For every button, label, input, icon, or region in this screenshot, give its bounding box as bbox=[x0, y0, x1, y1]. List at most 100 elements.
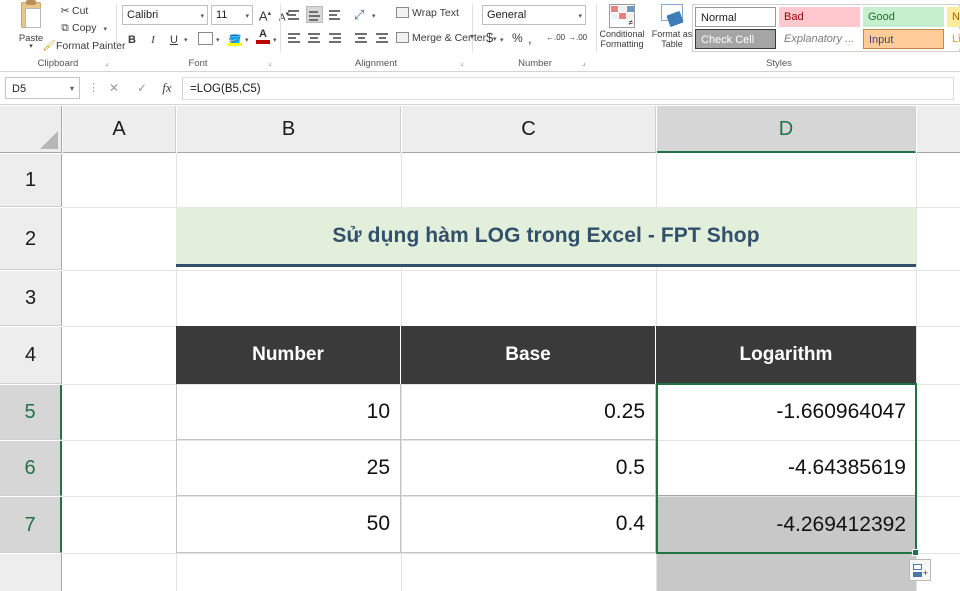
align-top-button[interactable] bbox=[286, 6, 303, 23]
row-header-4[interactable]: 4 bbox=[0, 327, 62, 384]
cell-C7[interactable]: 0.4 bbox=[401, 496, 656, 553]
cell-D6[interactable]: -4.64385619 bbox=[656, 440, 916, 496]
decrease-indent-button[interactable] bbox=[353, 30, 370, 47]
cell-B5[interactable]: 10 bbox=[176, 384, 401, 440]
column-label-A: A bbox=[112, 118, 125, 140]
cell-style-linke[interactable]: Linke bbox=[947, 29, 960, 49]
enter-formula-button[interactable]: ✓ bbox=[130, 78, 154, 98]
fill-color-icon[interactable]: 🪣 bbox=[228, 31, 242, 42]
chevron-down-icon[interactable]: ▾ bbox=[245, 9, 249, 24]
cell-style-bad[interactable]: Bad bbox=[779, 7, 860, 27]
chevron-down-icon[interactable]: ▾ bbox=[70, 78, 74, 100]
wrap-text-button[interactable]: Wrap Text bbox=[396, 7, 459, 19]
accounting-format-button[interactable]: $ bbox=[486, 30, 493, 45]
select-all-triangle-icon bbox=[40, 131, 58, 149]
percent-style-button[interactable]: % bbox=[512, 31, 523, 45]
number-prev-caret-icon[interactable]: ▾ bbox=[470, 32, 474, 41]
table-header-logarithm[interactable]: Logarithm bbox=[656, 326, 916, 384]
cell-C6[interactable]: 0.5 bbox=[401, 440, 656, 496]
clipboard-dialog-launcher[interactable]: ⌟ bbox=[105, 58, 109, 67]
borders-icon[interactable] bbox=[198, 32, 213, 45]
number-dialog-launcher[interactable]: ⌟ bbox=[582, 58, 586, 67]
underline-caret-icon[interactable]: ▾ bbox=[184, 36, 188, 44]
conditional-formatting-button[interactable]: ≠ Conditional Formatting bbox=[598, 2, 646, 49]
cell-canvas[interactable]: Sử dụng hàm LOG trong Excel - FPT Shop N… bbox=[63, 154, 960, 591]
cell-value-D6: -4.64385619 bbox=[788, 456, 906, 480]
cell-style-normal[interactable]: Normal bbox=[695, 7, 776, 27]
cell-style-check-cell[interactable]: Check Cell bbox=[695, 29, 776, 49]
table-header-number[interactable]: Number bbox=[176, 326, 401, 384]
row-label-1: 1 bbox=[25, 169, 36, 191]
italic-button[interactable]: I bbox=[145, 31, 161, 49]
font-family-select[interactable]: Calibri▾ bbox=[122, 5, 208, 25]
formula-input[interactable]: =LOG(B5,C5) bbox=[182, 77, 954, 100]
column-header-D[interactable]: D bbox=[657, 106, 916, 153]
font-color-icon[interactable]: A bbox=[256, 29, 270, 44]
increase-decimal-button[interactable]: ←.00 bbox=[546, 33, 565, 42]
decrease-decimal-button[interactable]: →.00 bbox=[568, 33, 587, 42]
fill-handle[interactable] bbox=[912, 549, 919, 556]
accounting-caret-icon[interactable]: ▾ bbox=[500, 36, 504, 44]
copy-icon: ⧉ bbox=[58, 22, 72, 35]
chevron-down-icon[interactable]: ▾ bbox=[200, 9, 204, 24]
cell-style-good[interactable]: Good bbox=[863, 7, 944, 27]
quick-analysis-button[interactable]: + bbox=[909, 559, 931, 581]
cell-D7[interactable]: -4.269412392 bbox=[656, 496, 916, 553]
orientation-icon[interactable]: ⤢ bbox=[354, 7, 364, 23]
column-header-E[interactable] bbox=[917, 106, 960, 153]
cell-styles-gallery[interactable]: NormalBadGood Neut Check CellExplanatory .… bbox=[692, 4, 960, 52]
cut-label: Cut bbox=[72, 5, 88, 17]
format-painter-button[interactable]: 🖌Format Painter bbox=[42, 39, 125, 52]
comma-style-button[interactable]: , bbox=[528, 31, 532, 46]
column-header-C[interactable]: C bbox=[402, 106, 656, 153]
cell-style-input[interactable]: Input bbox=[863, 29, 944, 49]
cell-B7[interactable]: 50 bbox=[176, 496, 401, 553]
format-as-table-button[interactable]: Format as Table bbox=[648, 2, 696, 49]
row-header-5[interactable]: 5 bbox=[0, 385, 62, 440]
name-box[interactable]: D5 ▾ bbox=[5, 77, 80, 99]
select-all-corner[interactable] bbox=[0, 106, 62, 153]
orientation-caret-icon[interactable]: ▾ bbox=[372, 12, 376, 20]
cell-style-label: Neut bbox=[952, 11, 960, 23]
row-header-7[interactable]: 7 bbox=[0, 497, 62, 553]
number-format-select[interactable]: General▾ bbox=[482, 5, 586, 25]
row-header-2[interactable]: 2 bbox=[0, 208, 62, 270]
align-center-button[interactable] bbox=[306, 30, 323, 47]
chevron-down-icon[interactable]: ▾ bbox=[578, 9, 582, 24]
cell-style-neut[interactable]: Neut bbox=[947, 7, 960, 27]
fill-color-caret-icon[interactable]: ▾ bbox=[245, 36, 249, 44]
column-header-B[interactable]: B bbox=[177, 106, 401, 153]
table-header-base[interactable]: Base bbox=[401, 326, 656, 384]
align-left-button[interactable] bbox=[286, 30, 303, 47]
insert-function-button[interactable]: fx bbox=[155, 78, 179, 98]
cancel-formula-button[interactable]: ✕ bbox=[102, 78, 126, 98]
increase-indent-button[interactable] bbox=[374, 30, 391, 47]
align-middle-button[interactable] bbox=[306, 6, 323, 23]
align-right-button[interactable] bbox=[327, 30, 344, 47]
row-header-3[interactable]: 3 bbox=[0, 271, 62, 326]
cell-C5[interactable]: 0.25 bbox=[401, 384, 656, 440]
row-label-3: 3 bbox=[25, 287, 36, 309]
cut-button[interactable]: ✂Cut bbox=[58, 5, 88, 17]
underline-button[interactable]: U bbox=[166, 31, 182, 49]
row-header-8[interactable] bbox=[0, 554, 62, 591]
fx-icon: fx bbox=[162, 80, 171, 95]
borders-caret-icon[interactable]: ▾ bbox=[216, 36, 220, 44]
copy-button[interactable]: ⧉Copy ▾ bbox=[58, 22, 107, 35]
alignment-dialog-launcher[interactable]: ⌟ bbox=[460, 58, 464, 67]
font-dialog-launcher[interactable]: ⌟ bbox=[268, 58, 272, 67]
font-size-select[interactable]: 11 ▾ bbox=[211, 5, 253, 25]
align-bottom-button[interactable] bbox=[327, 6, 344, 23]
cell-D5[interactable]: -1.660964047 bbox=[656, 384, 916, 440]
font-size-value: 11 bbox=[216, 9, 227, 21]
row-header-6[interactable]: 6 bbox=[0, 441, 62, 496]
cell-style-explanatory[interactable]: Explanatory ... bbox=[779, 29, 860, 49]
font-color-caret-icon[interactable]: ▾ bbox=[273, 36, 277, 44]
increase-font-size-button[interactable]: A▴ bbox=[257, 5, 273, 25]
row-header-1[interactable]: 1 bbox=[0, 154, 62, 207]
title-banner-cell[interactable]: Sử dụng hàm LOG trong Excel - FPT Shop bbox=[176, 207, 916, 267]
cell-B6[interactable]: 25 bbox=[176, 440, 401, 496]
copy-caret-icon[interactable]: ▾ bbox=[103, 26, 107, 33]
bold-button[interactable]: B bbox=[124, 31, 140, 49]
column-header-A[interactable]: A bbox=[63, 106, 176, 153]
